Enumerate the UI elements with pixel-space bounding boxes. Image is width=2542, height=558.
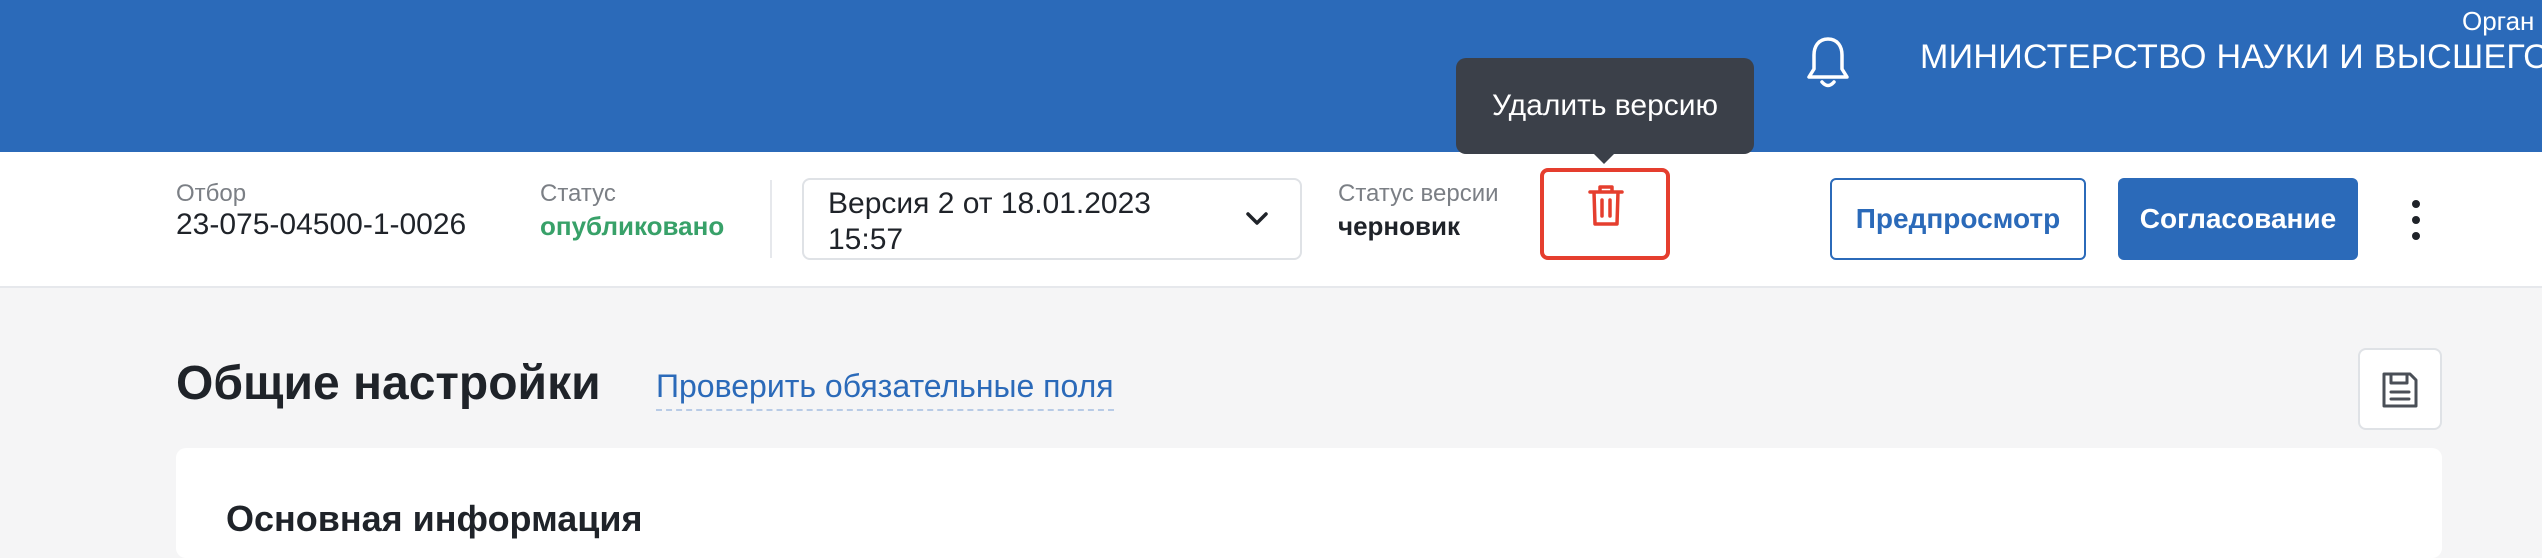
page-title: Общие настройки bbox=[176, 357, 601, 410]
selection-label: Отбор bbox=[176, 180, 247, 207]
version-status-value: черновик bbox=[1338, 211, 1461, 241]
save-button[interactable] bbox=[2358, 348, 2442, 430]
delete-version-tooltip: Удалить версию bbox=[1456, 58, 1754, 154]
tooltip-arrow bbox=[1592, 152, 1616, 164]
delete-version-button[interactable] bbox=[1540, 168, 1670, 260]
bell-icon[interactable] bbox=[1803, 33, 1853, 91]
approval-button[interactable]: Согласование bbox=[2118, 178, 2358, 260]
top-header: Орган МИНИСТЕРСТВО НАУКИ И ВЫСШЕГО О bbox=[0, 0, 2542, 152]
version-status-label: Статус версии bbox=[1338, 180, 1499, 207]
status-label: Статус bbox=[540, 180, 616, 207]
version-select-value: Версия 2 от 18.01.2023 15:57 bbox=[828, 187, 1151, 256]
chevron-down-icon bbox=[1246, 212, 1268, 225]
org-label: Орган bbox=[2462, 6, 2535, 36]
preview-button[interactable]: Предпросмотр bbox=[1830, 178, 2086, 260]
trash-icon bbox=[1588, 185, 1624, 226]
status-value: опубликовано bbox=[540, 211, 725, 241]
more-options-icon[interactable] bbox=[2402, 196, 2430, 244]
toolbar-divider bbox=[770, 180, 772, 258]
version-select[interactable]: Версия 2 от 18.01.2023 15:57 bbox=[802, 178, 1302, 260]
check-required-fields-link[interactable]: Проверить обязательные поля bbox=[656, 368, 1114, 411]
main-info-card: Основная информация bbox=[176, 448, 2442, 558]
selection-value: 23-075-04500-1-0026 bbox=[176, 208, 467, 241]
organization-name[interactable]: МИНИСТЕРСТВО НАУКИ И ВЫСШЕГО О bbox=[1920, 38, 2542, 77]
save-icon bbox=[2382, 372, 2418, 408]
card-title: Основная информация bbox=[226, 498, 643, 539]
